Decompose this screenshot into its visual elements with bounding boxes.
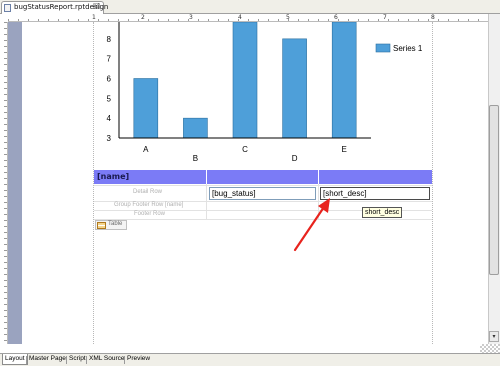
- tab-preview[interactable]: Preview: [125, 354, 152, 365]
- detail-row-label: Detail Row: [133, 189, 163, 195]
- group-footer-row-label: Group Footer Row [name]: [114, 202, 184, 208]
- ruler-number: 7: [383, 14, 387, 21]
- y-tick-label: 6: [107, 75, 112, 84]
- column-divider: [206, 184, 207, 219]
- margin-guide-right: [432, 22, 433, 344]
- tab-layout[interactable]: Layout: [2, 354, 28, 365]
- x-tick-label: B: [193, 154, 198, 163]
- page-left-margin: [8, 22, 22, 344]
- group-header-name[interactable]: [name]: [97, 172, 129, 181]
- legend-label: Series 1: [393, 44, 423, 53]
- bar-B: [183, 117, 208, 139]
- horizontal-ruler: [8, 14, 489, 22]
- field-tooltip: short_desc: [362, 207, 403, 218]
- column-divider: [206, 170, 207, 184]
- row-border: [94, 185, 432, 186]
- bar-C: [232, 22, 258, 139]
- row-border: [94, 219, 432, 220]
- editor-tab[interactable]: bugStatusReport.rptdesign ☒: [1, 1, 108, 14]
- scrollbar-thumb[interactable]: [489, 105, 499, 275]
- table-handle-label: Table: [108, 221, 123, 227]
- table-group-header[interactable]: [94, 170, 432, 184]
- x-tick-label: C: [242, 145, 248, 154]
- report-file-icon: [4, 4, 11, 12]
- bar-chart[interactable]: 3 4 5 6 7 8 A B C D E Series 1: [94, 22, 432, 168]
- ruler-number: 4: [238, 14, 242, 21]
- ruler-number: 8: [431, 14, 435, 21]
- ruler-number: 6: [334, 14, 338, 21]
- legend-swatch: [375, 43, 391, 53]
- ruler-number: 1: [92, 14, 96, 21]
- bar-A: [133, 78, 159, 139]
- y-tick-label: 7: [107, 55, 112, 64]
- vertical-ruler: [0, 22, 8, 344]
- tab-master-page[interactable]: Master Page: [27, 354, 68, 365]
- y-tick-label: 4: [107, 114, 112, 123]
- red-arrow-annotation: [293, 198, 330, 252]
- arrow-head: [318, 198, 330, 213]
- arrow-shaft: [293, 205, 326, 252]
- ruler-number: 5: [286, 14, 290, 21]
- bar-D: [282, 38, 307, 139]
- column-divider: [318, 170, 319, 184]
- tab-script[interactable]: Script: [67, 354, 88, 365]
- y-tick-label: 3: [107, 134, 112, 143]
- y-tick-label: 8: [107, 35, 112, 44]
- y-axis-ticks: 3 4 5 6 7 8: [107, 35, 112, 143]
- ruler-number: 2: [141, 14, 145, 21]
- table-icon: [97, 222, 106, 229]
- chart-bars: [133, 22, 357, 139]
- tab-xml-source[interactable]: XML Source: [87, 354, 127, 365]
- x-tick-label: A: [143, 145, 149, 154]
- close-icon[interactable]: ☒: [93, 2, 100, 11]
- y-tick-label: 5: [107, 94, 112, 103]
- scroll-down-button[interactable]: ▾: [489, 331, 499, 342]
- ruler-number: 3: [189, 14, 193, 21]
- footer-row-label: Footer Row: [134, 211, 166, 217]
- x-axis-labels: A B C D E: [143, 145, 347, 163]
- x-tick-label: E: [342, 145, 347, 154]
- x-tick-label: D: [292, 154, 298, 163]
- bar-E: [331, 22, 357, 139]
- table-handle[interactable]: Table: [95, 220, 127, 230]
